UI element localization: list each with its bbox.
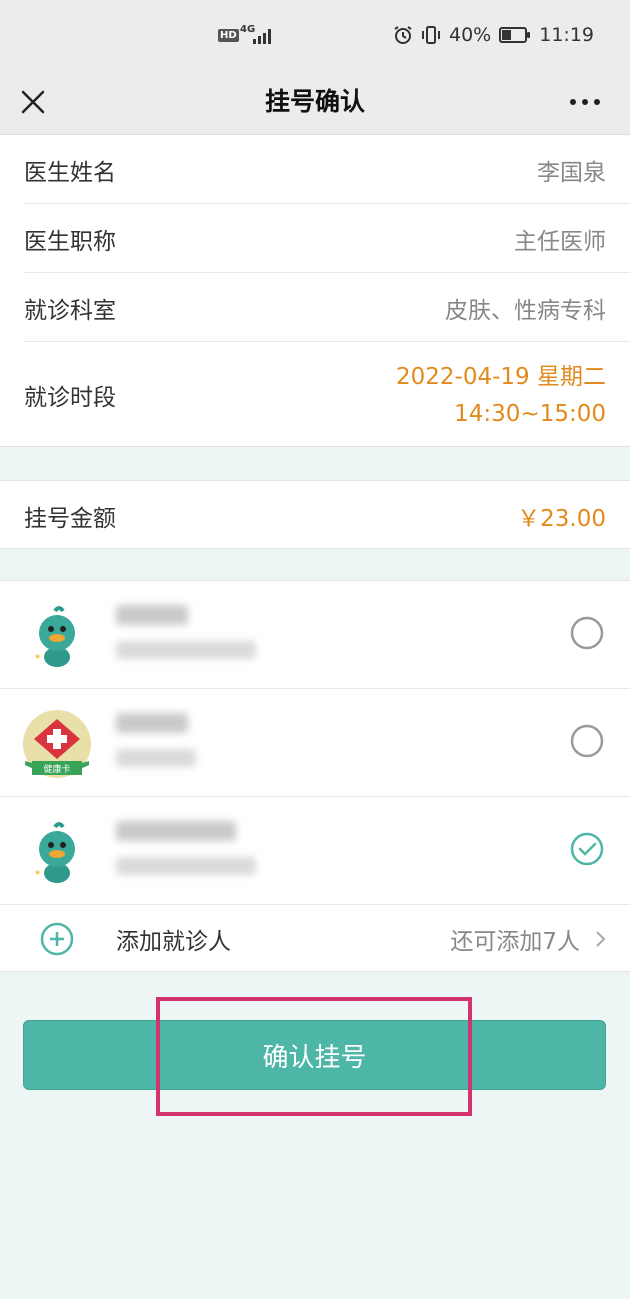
patient-id-redacted bbox=[116, 857, 256, 875]
signal-icon bbox=[253, 28, 273, 44]
info-row-schedule: 就诊时段 2022-04-19 星期二 14:30~15:00 bbox=[24, 342, 630, 446]
fee-label: 挂号金额 bbox=[24, 506, 116, 532]
radio-unselected-icon[interactable] bbox=[570, 724, 604, 758]
fee-card: 挂号金额 ￥23.00 bbox=[0, 480, 630, 549]
fee-value: ￥23.00 bbox=[517, 506, 606, 532]
add-patient-hint: 还可添加7人 bbox=[450, 929, 580, 955]
add-patient-label: 添加就诊人 bbox=[116, 929, 231, 955]
status-right: 40% 11:19 bbox=[393, 24, 594, 46]
page-title: 挂号确认 bbox=[264, 87, 365, 116]
nav-bar: 挂号确认 bbox=[0, 72, 630, 135]
vibrate-icon bbox=[422, 26, 440, 44]
info-label: 医生职称 bbox=[24, 229, 116, 255]
info-value: 皮肤、性病专科 bbox=[445, 298, 606, 324]
patient-item[interactable]: ★ bbox=[0, 581, 630, 689]
clock: 11:19 bbox=[539, 24, 594, 46]
patient-name-redacted bbox=[116, 713, 188, 733]
health-card-badge: 健康卡 bbox=[43, 763, 70, 775]
schedule-time: 14:30~15:00 bbox=[454, 401, 606, 427]
status-bar: HD 4G 40% 11:19 bbox=[0, 0, 630, 72]
schedule-date: 2022-04-19 星期二 bbox=[396, 364, 606, 390]
fee-row: 挂号金额 ￥23.00 bbox=[24, 481, 630, 549]
info-label: 就诊科室 bbox=[24, 298, 116, 324]
battery-icon bbox=[499, 27, 531, 43]
patient-list: ★ 健康卡 ★ 添加就诊人 还可添加7人 bbox=[0, 580, 630, 972]
battery-percent: 40% bbox=[449, 24, 492, 46]
chevron-right-icon bbox=[596, 931, 606, 947]
patient-item[interactable]: 健康卡 bbox=[0, 689, 630, 797]
patient-item[interactable]: ★ bbox=[0, 797, 630, 905]
svg-text:★: ★ bbox=[34, 868, 41, 877]
health-card-avatar-icon: 健康卡 bbox=[23, 710, 91, 778]
patient-name-redacted bbox=[116, 821, 236, 841]
info-label: 医生姓名 bbox=[24, 160, 116, 186]
patient-name-redacted bbox=[116, 605, 188, 625]
doctor-info-card: 医生姓名 李国泉 医生职称 主任医师 就诊科室 皮肤、性病专科 就诊时段 202… bbox=[0, 135, 630, 447]
schedule-label: 就诊时段 bbox=[24, 385, 116, 411]
patient-id-redacted bbox=[116, 641, 256, 659]
svg-text:★: ★ bbox=[34, 652, 41, 661]
schedule-value: 2022-04-19 星期二 14:30~15:00 bbox=[396, 359, 606, 433]
more-icon[interactable] bbox=[568, 88, 602, 116]
confirm-register-button[interactable]: 确认挂号 bbox=[23, 1020, 606, 1090]
radio-unselected-icon[interactable] bbox=[570, 616, 604, 650]
info-row-doctor-name: 医生姓名 李国泉 bbox=[24, 135, 630, 204]
duck-avatar-icon: ★ bbox=[34, 606, 75, 667]
radio-selected-icon[interactable] bbox=[570, 832, 604, 866]
patient-id-redacted bbox=[116, 749, 196, 767]
info-row-doctor-title: 医生职称 主任医师 bbox=[24, 204, 630, 273]
info-row-department: 就诊科室 皮肤、性病专科 bbox=[24, 273, 630, 342]
add-patient-row[interactable]: 添加就诊人 还可添加7人 bbox=[0, 905, 630, 971]
duck-avatar-icon: ★ bbox=[34, 822, 75, 883]
add-circle-icon bbox=[40, 922, 74, 956]
info-value: 李国泉 bbox=[537, 160, 606, 186]
hd-icon: HD bbox=[218, 29, 239, 42]
alarm-icon bbox=[394, 26, 412, 44]
info-value: 主任医师 bbox=[514, 229, 606, 255]
